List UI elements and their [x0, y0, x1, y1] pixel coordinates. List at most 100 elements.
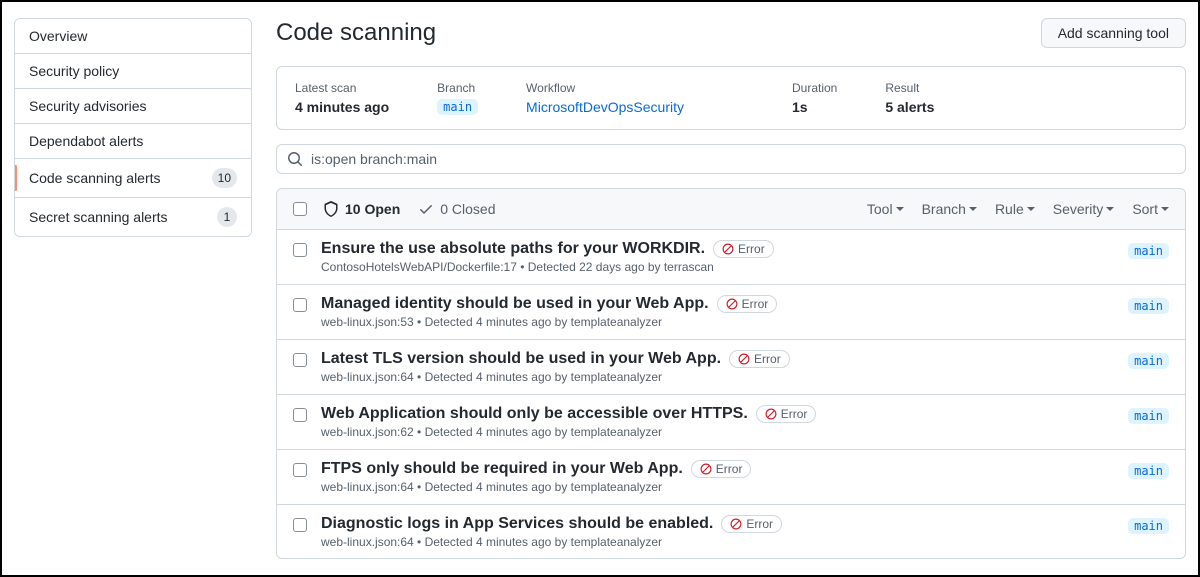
no-entry-icon [700, 463, 712, 475]
alert-title[interactable]: Ensure the use absolute paths for your W… [321, 240, 705, 258]
summary-duration: Duration 1s [792, 81, 837, 115]
error-badge: Error [717, 295, 778, 313]
error-label: Error [742, 297, 769, 311]
summary-value: 5 alerts [885, 99, 934, 115]
sidebar-item-secret-scanning-alerts[interactable]: Secret scanning alerts 1 [15, 198, 251, 236]
sidebar-item-label: Overview [29, 28, 87, 44]
workflow-link[interactable]: MicrosoftDevOpsSecurity [526, 99, 684, 115]
filter-severity[interactable]: Severity [1053, 201, 1115, 217]
error-badge: Error [721, 515, 782, 533]
sidebar-item-code-scanning-alerts[interactable]: Code scanning alerts 10 [15, 159, 251, 198]
no-entry-icon [722, 243, 734, 255]
alert-title[interactable]: Diagnostic logs in App Services should b… [321, 515, 713, 533]
filter-branch[interactable]: Branch [922, 201, 977, 217]
alerts-table: 10 Open 0 Closed Tool Branch Rule Severi… [276, 188, 1186, 559]
summary-latest-scan: Latest scan 4 minutes ago [295, 81, 389, 115]
alert-meta: ContosoHotelsWebAPI/Dockerfile:17 • Dete… [321, 260, 1114, 274]
summary-label: Latest scan [295, 81, 389, 95]
table-filters: Tool Branch Rule Severity Sort [867, 201, 1169, 217]
sidebar-item-label: Secret scanning alerts [29, 209, 168, 225]
sidebar-item-security-advisories[interactable]: Security advisories [15, 89, 251, 124]
alert-meta: web-linux.json:64 • Detected 4 minutes a… [321, 480, 1114, 494]
error-label: Error [781, 407, 808, 421]
filter-sort[interactable]: Sort [1132, 201, 1169, 217]
select-all-checkbox[interactable] [293, 202, 307, 216]
row-checkbox[interactable] [293, 243, 307, 257]
sidebar: Overview Security policy Security adviso… [14, 18, 252, 559]
add-scanning-tool-button[interactable]: Add scanning tool [1041, 18, 1186, 48]
alert-meta: web-linux.json:64 • Detected 4 minutes a… [321, 535, 1114, 549]
branch-tag[interactable]: main [1128, 243, 1169, 259]
filter-rule[interactable]: Rule [995, 201, 1035, 217]
shield-icon [323, 201, 339, 217]
branch-tag[interactable]: main [1128, 353, 1169, 369]
sidebar-item-dependabot-alerts[interactable]: Dependabot alerts [15, 124, 251, 159]
search-icon [287, 151, 303, 167]
branch-tag[interactable]: main [1128, 298, 1169, 314]
row-content: FTPS only should be required in your Web… [321, 460, 1114, 494]
filter-tool[interactable]: Tool [867, 201, 904, 217]
sidebar-item-label: Dependabot alerts [29, 133, 143, 149]
sidebar-item-security-policy[interactable]: Security policy [15, 54, 251, 89]
no-entry-icon [726, 298, 738, 310]
error-badge: Error [756, 405, 817, 423]
summary-branch: Branch main [437, 81, 478, 115]
alert-title[interactable]: Managed identity should be used in your … [321, 295, 709, 313]
row-content: Diagnostic logs in App Services should b… [321, 515, 1114, 549]
error-badge: Error [729, 350, 790, 368]
summary-workflow: Workflow MicrosoftDevOpsSecurity [526, 81, 684, 115]
summary-value: 1s [792, 99, 837, 115]
alert-title[interactable]: Latest TLS version should be used in you… [321, 350, 721, 368]
caret-down-icon [969, 207, 977, 211]
sidebar-item-label: Security advisories [29, 98, 147, 114]
branch-tag[interactable]: main [437, 99, 478, 115]
caret-down-icon [1161, 207, 1169, 211]
main-content: Code scanning Add scanning tool Latest s… [276, 18, 1186, 559]
closed-tab[interactable]: 0 Closed [418, 201, 495, 217]
branch-tag[interactable]: main [1128, 463, 1169, 479]
page-header: Code scanning Add scanning tool [276, 18, 1186, 48]
no-entry-icon [730, 518, 742, 530]
row-content: Ensure the use absolute paths for your W… [321, 240, 1114, 274]
caret-down-icon [1106, 207, 1114, 211]
search-input[interactable] [311, 151, 1175, 167]
summary-result: Result 5 alerts [885, 81, 934, 115]
open-tab[interactable]: 10 Open [323, 201, 400, 217]
error-badge: Error [691, 460, 752, 478]
closed-count-label: 0 Closed [440, 201, 495, 217]
row-checkbox[interactable] [293, 408, 307, 422]
summary-label: Result [885, 81, 934, 95]
count-badge: 10 [212, 168, 237, 188]
error-badge: Error [713, 240, 774, 258]
summary-label: Branch [437, 81, 478, 95]
caret-down-icon [896, 207, 904, 211]
row-checkbox[interactable] [293, 298, 307, 312]
alert-meta: web-linux.json:62 • Detected 4 minutes a… [321, 425, 1114, 439]
branch-tag[interactable]: main [1128, 518, 1169, 534]
alert-row: Managed identity should be used in your … [277, 285, 1185, 340]
alert-meta: web-linux.json:53 • Detected 4 minutes a… [321, 315, 1114, 329]
alert-row: Latest TLS version should be used in you… [277, 340, 1185, 395]
row-content: Managed identity should be used in your … [321, 295, 1114, 329]
error-label: Error [738, 242, 765, 256]
error-label: Error [754, 352, 781, 366]
row-checkbox[interactable] [293, 518, 307, 532]
alert-row: FTPS only should be required in your Web… [277, 450, 1185, 505]
row-content: Web Application should only be accessibl… [321, 405, 1114, 439]
alert-title[interactable]: Web Application should only be accessibl… [321, 405, 748, 423]
branch-tag[interactable]: main [1128, 408, 1169, 424]
alert-title[interactable]: FTPS only should be required in your Web… [321, 460, 683, 478]
row-checkbox[interactable] [293, 353, 307, 367]
alert-row: Ensure the use absolute paths for your W… [277, 230, 1185, 285]
summary-value: 4 minutes ago [295, 99, 389, 115]
alert-row: Diagnostic logs in App Services should b… [277, 505, 1185, 559]
search-box[interactable] [276, 144, 1186, 174]
summary-label: Workflow [526, 81, 684, 95]
status-tabs: 10 Open 0 Closed [323, 201, 496, 217]
sidebar-list: Overview Security policy Security adviso… [14, 18, 252, 237]
sidebar-item-overview[interactable]: Overview [15, 19, 251, 54]
row-checkbox[interactable] [293, 463, 307, 477]
scan-summary-card: Latest scan 4 minutes ago Branch main Wo… [276, 66, 1186, 130]
open-count-label: 10 Open [345, 201, 400, 217]
caret-down-icon [1027, 207, 1035, 211]
